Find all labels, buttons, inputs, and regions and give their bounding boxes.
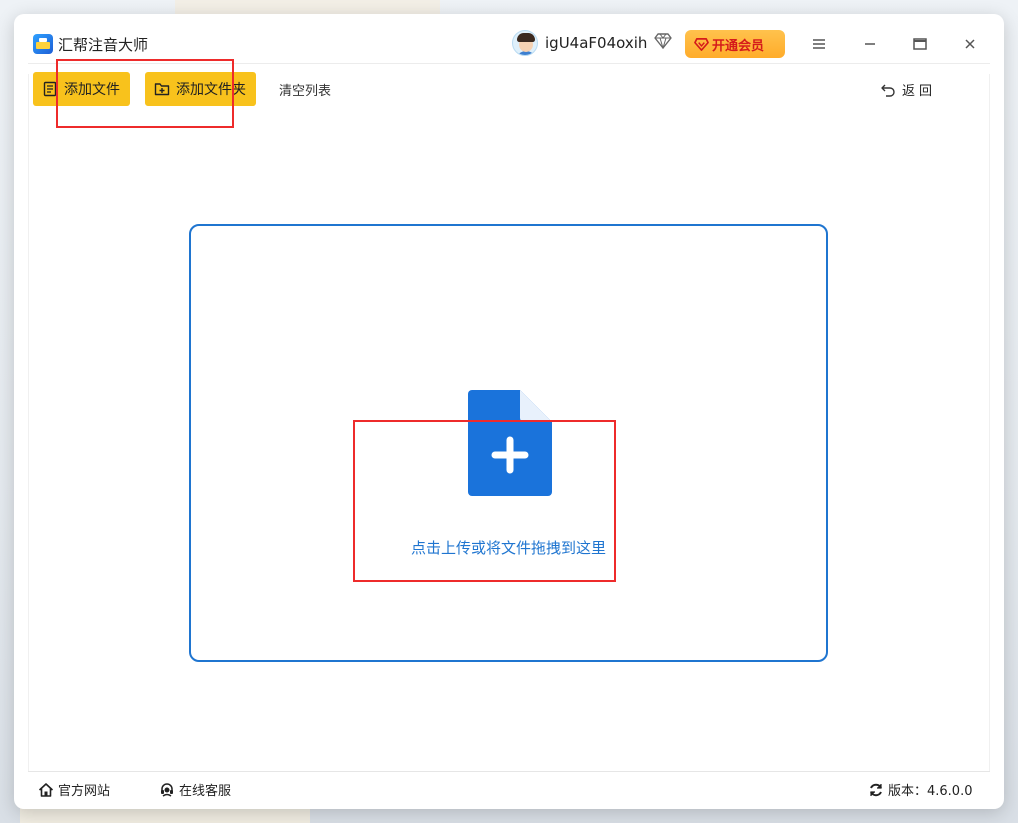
app-window: 汇帮注音大师 igU4aF04oxih 开通会员 添加文件 添加文件夹 清空列表… — [14, 14, 1004, 809]
maximize-icon — [913, 38, 927, 50]
back-button[interactable]: 返回 — [880, 80, 936, 99]
back-label: 返回 — [902, 84, 937, 99]
app-logo-icon — [33, 34, 53, 54]
headset-icon — [161, 782, 173, 797]
maximize-button[interactable] — [907, 31, 933, 57]
divider — [28, 63, 990, 64]
add-file-button[interactable]: 添加文件 — [33, 72, 130, 106]
background-strip — [175, 0, 440, 14]
online-support-link[interactable]: 在线客服 — [159, 780, 231, 799]
undo-arrow-icon — [881, 84, 895, 97]
title-bar[interactable]: 汇帮注音大师 igU4aF04oxih 开通会员 — [14, 14, 1004, 64]
add-file-label: 添加文件 — [64, 82, 120, 98]
version-label: 版本：4.6.0.0 — [888, 784, 973, 799]
divider — [28, 74, 29, 772]
official-website-label: 官方网站 — [58, 784, 111, 799]
document-icon — [43, 81, 57, 97]
official-website-link[interactable]: 官方网站 — [38, 780, 110, 799]
minimize-icon — [865, 43, 875, 45]
diamond-icon — [654, 33, 672, 49]
avatar[interactable] — [512, 30, 538, 56]
folder-plus-icon — [154, 83, 170, 96]
close-button[interactable] — [957, 31, 983, 57]
vip-button[interactable]: 开通会员 — [685, 30, 785, 58]
add-folder-label: 添加文件夹 — [176, 82, 246, 98]
refresh-icon — [870, 783, 882, 796]
dropzone-hint: 点击上传或将文件拖拽到这里 — [410, 539, 606, 557]
divider — [989, 74, 990, 772]
menu-button[interactable] — [806, 31, 832, 57]
upload-dropzone[interactable]: 点击上传或将文件拖拽到这里 — [189, 224, 828, 662]
vip-button-label: 开通会员 — [712, 38, 765, 54]
minimize-button[interactable] — [857, 31, 883, 57]
hamburger-menu-icon — [813, 39, 825, 49]
footer-divider — [28, 771, 990, 772]
file-plus-icon — [468, 390, 552, 496]
version-info: 版本：4.6.0.0 — [868, 780, 972, 799]
diamond-heart-icon — [694, 37, 709, 51]
clear-list-button[interactable]: 清空列表 — [279, 80, 331, 99]
home-icon — [38, 782, 54, 797]
online-support-label: 在线客服 — [179, 784, 232, 799]
add-folder-button[interactable]: 添加文件夹 — [145, 72, 256, 106]
close-icon — [965, 39, 975, 49]
username[interactable]: igU4aF04oxih — [545, 33, 647, 53]
app-title: 汇帮注音大师 — [58, 36, 149, 54]
